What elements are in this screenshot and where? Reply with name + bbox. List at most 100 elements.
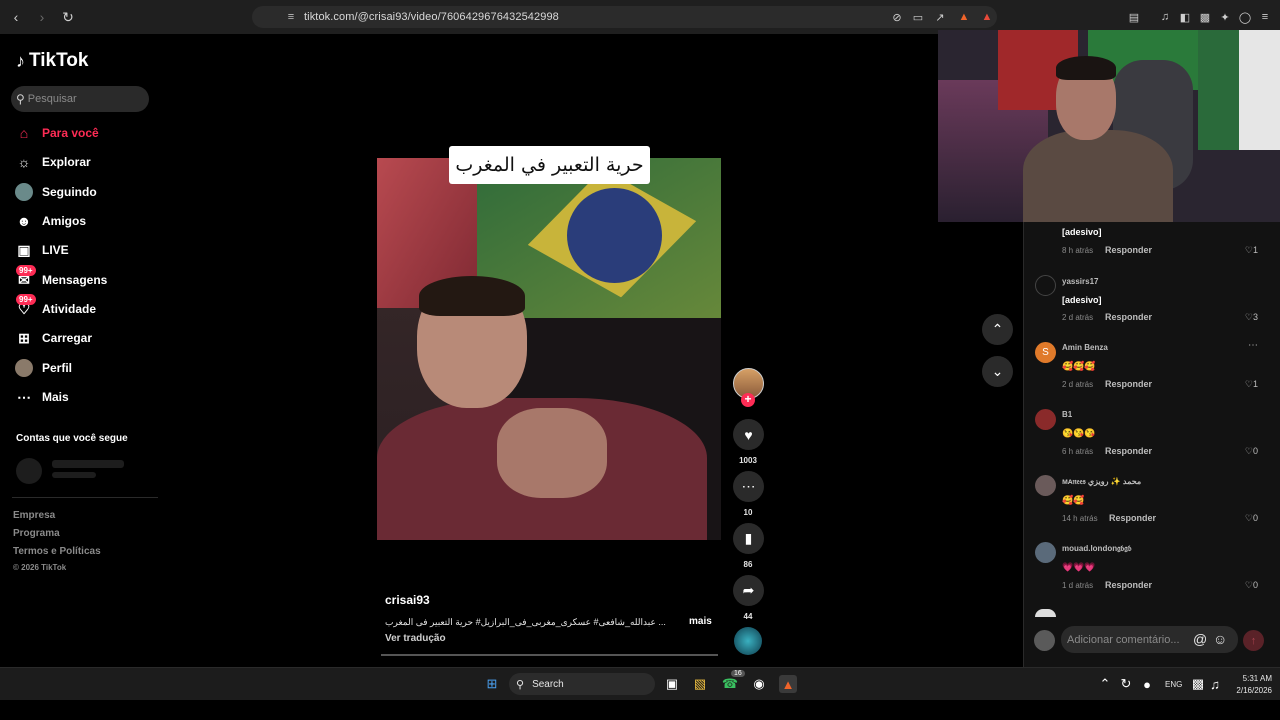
comment-like-button[interactable]: ♡0: [1245, 580, 1258, 591]
comment-author[interactable]: B1: [1062, 410, 1072, 419]
reply-button[interactable]: Responder: [1109, 513, 1156, 523]
comment-text: 🥰🥰🥰: [1062, 361, 1096, 371]
home-icon: ⌂: [19, 125, 29, 141]
tiktok-note-icon: ♪: [16, 50, 25, 71]
commenter-avatar[interactable]: [1035, 409, 1056, 430]
brave-rewards-icon[interactable]: ▲: [980, 10, 994, 24]
reply-button[interactable]: Responder: [1105, 446, 1152, 456]
commenter-avatar[interactable]: [1035, 609, 1056, 617]
leo-ai-icon[interactable]: ✦: [1218, 10, 1232, 24]
video-player[interactable]: [377, 158, 721, 540]
comment-author[interactable]: ᴍᴀ𝔫𝔢𝔢𝔰 محمد ✨ رويزي: [1062, 477, 1141, 487]
webcam-person-hair: [1056, 56, 1116, 80]
commenter-avatar[interactable]: S: [1035, 342, 1056, 363]
sidebar-item-perfil[interactable]: Perfil: [14, 357, 72, 379]
comment-time: 2 d atrás: [1062, 313, 1094, 322]
sidebar-panel-icon[interactable]: ▤: [1127, 10, 1141, 24]
share-button[interactable]: ➦: [733, 575, 764, 606]
file-explorer-icon[interactable]: ▧: [691, 675, 709, 693]
sidebar-item-explorar[interactable]: ☼ Explorar: [14, 151, 91, 173]
footer-link-programa[interactable]: Programa: [13, 528, 60, 539]
split-view-icon[interactable]: ◧: [1178, 10, 1192, 24]
menu-icon[interactable]: ≡: [1258, 10, 1272, 24]
taskbar-search[interactable]: ⚲ Search: [509, 673, 655, 695]
comment-options-icon[interactable]: ⋯: [1248, 340, 1258, 351]
comment-author[interactable]: yassirs17: [1062, 277, 1098, 286]
volume-icon[interactable]: ♫: [1206, 675, 1224, 693]
cast-off-icon[interactable]: ⊘: [890, 10, 904, 24]
video-author[interactable]: crisai93: [385, 593, 430, 607]
sidebar-item-carregar[interactable]: ⊞ Carregar: [14, 327, 92, 349]
comment-like-button[interactable]: ♡0: [1245, 513, 1258, 524]
commenter-avatar[interactable]: [1035, 542, 1056, 563]
next-video-button[interactable]: ⌄: [982, 356, 1013, 387]
language-indicator[interactable]: ENG: [1165, 680, 1182, 689]
sidebar-item-live[interactable]: ▣ LIVE: [14, 239, 68, 261]
network-icon[interactable]: ▩: [1189, 675, 1207, 693]
save-button[interactable]: ▮: [733, 523, 764, 554]
brave-browser-icon[interactable]: ▲: [779, 675, 797, 693]
commenter-avatar[interactable]: [1035, 475, 1056, 496]
brave-shield-icon[interactable]: ▲: [957, 10, 971, 24]
sidebar-item-para-voce[interactable]: ⌂ Para você: [14, 122, 99, 144]
comment-like-button[interactable]: ♡1: [1245, 245, 1258, 256]
media-icon[interactable]: ♫: [1158, 10, 1172, 24]
wallet-icon[interactable]: ▩: [1198, 10, 1212, 24]
microphone-icon[interactable]: ●: [1138, 675, 1156, 693]
follow-plus-icon[interactable]: +: [741, 393, 755, 407]
comment-like-button[interactable]: ♡3: [1245, 312, 1258, 323]
mention-icon[interactable]: @: [1193, 631, 1207, 647]
vpn-shield-icon[interactable]: ◯: [1238, 10, 1252, 24]
footer-link-empresa[interactable]: Empresa: [13, 510, 55, 521]
windows-start-icon[interactable]: ⊞: [483, 675, 501, 693]
obs-icon[interactable]: ◉: [750, 675, 768, 693]
reload-icon[interactable]: ↻: [58, 7, 78, 27]
back-icon[interactable]: ‹: [6, 7, 26, 27]
sidebar-item-mais[interactable]: ⋯ Mais: [14, 386, 69, 408]
windows-taskbar: ⊞ ⚲ Search ▣ ▧ ☎ 16 ◉ ▲ ⌃ ↻ ● ENG ▩ ♫ 5:…: [0, 667, 1280, 700]
more-button[interactable]: mais: [689, 616, 712, 627]
reply-button[interactable]: Responder: [1105, 245, 1152, 255]
default-avatar-icon[interactable]: [1035, 275, 1056, 296]
tray-chevron-icon[interactable]: ⌃: [1096, 675, 1114, 693]
comment-author[interactable]: mouad.london𝔤𝔟𝔤𝔟: [1062, 544, 1132, 554]
translate-button[interactable]: Ver tradução: [385, 633, 446, 644]
send-comment-button[interactable]: ↑: [1243, 630, 1264, 651]
comment-like-button[interactable]: ♡1: [1245, 379, 1258, 390]
share-icon[interactable]: ↗: [933, 10, 947, 24]
comment-author[interactable]: Amin Benza: [1062, 343, 1108, 352]
reply-button[interactable]: Responder: [1105, 580, 1152, 590]
reply-button[interactable]: Responder: [1105, 312, 1152, 322]
footer-link-termos[interactable]: Termos e Políticas: [13, 546, 101, 557]
emoji-icon[interactable]: ☺: [1213, 631, 1227, 647]
sidebar-item-atividade[interactable]: ♡ 99+ Atividade: [14, 294, 96, 320]
like-button[interactable]: ♥: [733, 419, 764, 450]
comment-input[interactable]: [1061, 626, 1238, 653]
tiktok-logo[interactable]: ♪ TikTok: [16, 50, 88, 72]
sidebar-item-mensagens[interactable]: ✉ 99+ Mensagens: [14, 265, 107, 291]
clock-date: 2/16/2026: [1236, 686, 1272, 695]
address-bar[interactable]: ≡ tiktok.com/@crisai93/video/76064296764…: [252, 6, 997, 28]
music-disc-icon[interactable]: [734, 627, 762, 655]
comment-button[interactable]: ⋯: [733, 471, 764, 502]
comment-like-button[interactable]: ♡0: [1245, 446, 1258, 457]
task-view-icon[interactable]: ▣: [663, 675, 681, 693]
forward-icon[interactable]: ›: [32, 7, 52, 27]
site-settings-icon[interactable]: ≡: [284, 10, 298, 24]
url-text[interactable]: tiktok.com/@crisai93/video/7606429676432…: [304, 11, 559, 23]
previous-video-button[interactable]: ⌃: [982, 314, 1013, 345]
loading-line: [52, 460, 124, 468]
comment-count: 10: [743, 508, 753, 517]
system-clock[interactable]: 5:31 AM 2/16/2026: [1226, 673, 1272, 697]
video-progress-bar[interactable]: [381, 654, 718, 656]
reply-button[interactable]: Responder: [1105, 379, 1152, 389]
cast-icon[interactable]: ▭: [911, 10, 925, 24]
video-frame-person-hand: [497, 408, 607, 498]
sidebar-item-seguindo[interactable]: Seguindo: [14, 181, 97, 203]
live-icon: ▣: [17, 241, 31, 258]
whatsapp-icon[interactable]: ☎: [721, 675, 739, 693]
tray-sync-icon[interactable]: ↻: [1117, 675, 1135, 693]
search-input[interactable]: ⚲ Pesquisar: [11, 86, 149, 112]
sidebar-item-amigos[interactable]: ☻ Amigos: [14, 210, 86, 232]
webcam-flag-algeria: [1198, 30, 1280, 150]
